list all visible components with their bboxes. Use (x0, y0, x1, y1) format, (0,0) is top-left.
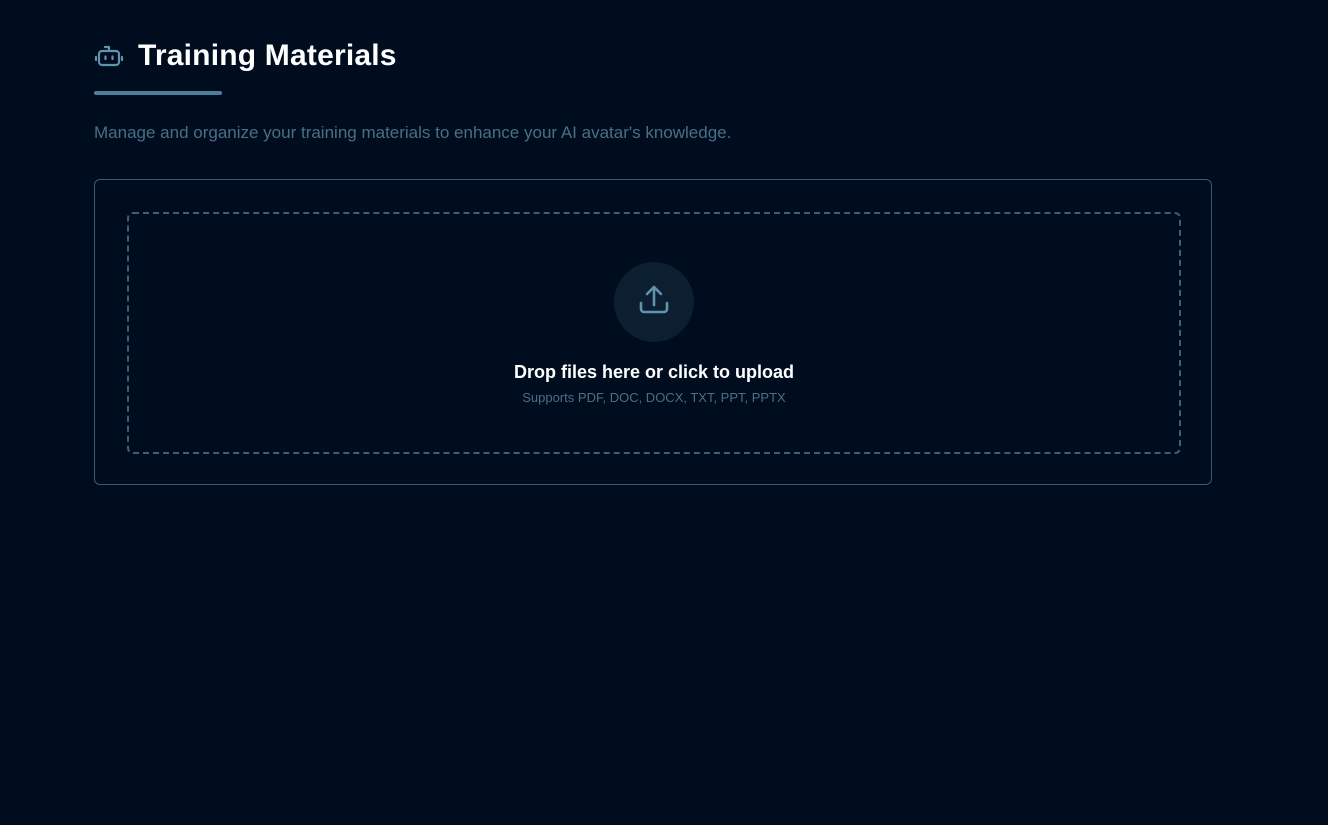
upload-icon-circle (614, 262, 694, 342)
bot-icon (94, 40, 126, 72)
page-title: Training Materials (138, 39, 397, 72)
dropzone-title: Drop files here or click to upload (513, 362, 795, 382)
file-dropzone[interactable]: Drop files here or click to upload Suppo… (127, 212, 1181, 454)
supported-formats-hint: Supports PDF, DOC, DOCX, TXT, PPT, PPTX (522, 390, 786, 405)
title-underline (94, 91, 222, 95)
page-header: Training Materials (94, 38, 397, 74)
training-materials-page: Training Materials Manage and organize y… (0, 0, 1328, 825)
upload-icon (635, 281, 673, 324)
upload-card: Drop files here or click to upload Suppo… (94, 179, 1212, 485)
page-subtitle: Manage and organize your training materi… (94, 123, 732, 142)
